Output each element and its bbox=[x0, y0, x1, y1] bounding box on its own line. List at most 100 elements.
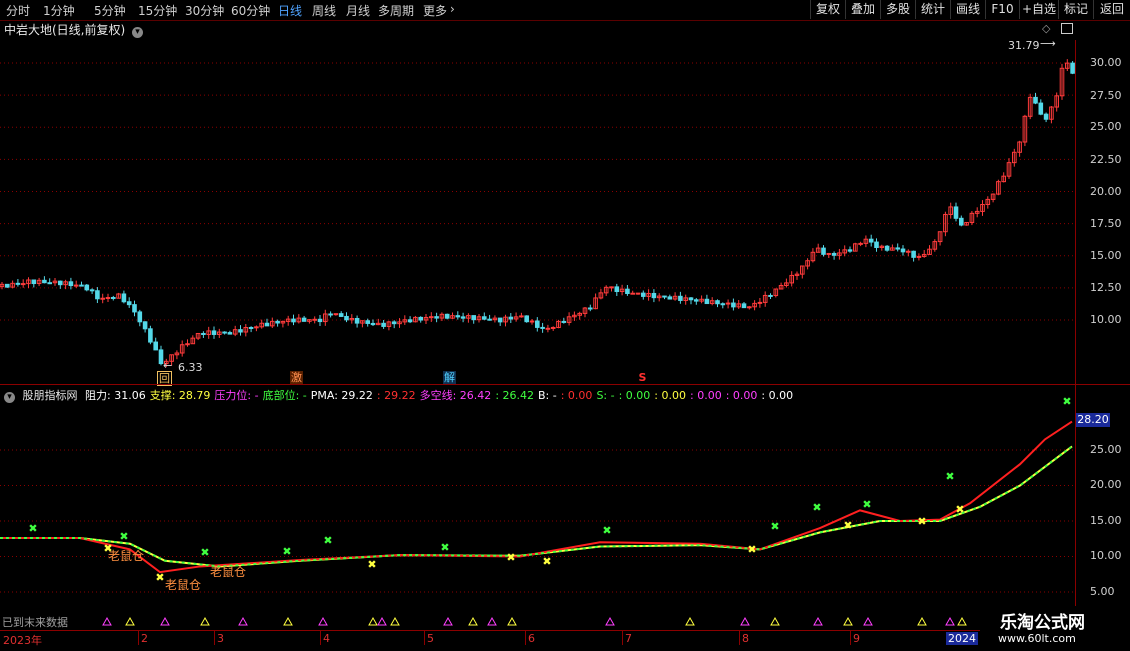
candle-body bbox=[68, 281, 74, 287]
candle-body bbox=[858, 242, 863, 245]
period-60min[interactable]: 60分钟 bbox=[231, 2, 270, 19]
candle-body bbox=[142, 321, 148, 330]
candle-body bbox=[720, 303, 726, 306]
period-more[interactable]: 更多 bbox=[423, 2, 447, 19]
buy-marker: ✖ bbox=[28, 522, 37, 535]
signal-triangle bbox=[487, 616, 497, 626]
chevron-down-icon[interactable]: ▾ bbox=[132, 27, 144, 38]
period-5min[interactable]: 5分钟 bbox=[94, 2, 126, 19]
watermark-logo: 乐淘公式网 www.60lt.com bbox=[980, 606, 1130, 650]
candle-body bbox=[1033, 96, 1038, 104]
period-fenshi[interactable]: 分时 bbox=[6, 2, 30, 19]
candle-body bbox=[73, 284, 79, 287]
period-multi[interactable]: 多周期 bbox=[378, 2, 414, 19]
candle-body bbox=[535, 320, 540, 328]
candle-body bbox=[275, 320, 280, 324]
low-price-label: 6.33 bbox=[178, 361, 203, 374]
candle-body bbox=[895, 247, 901, 250]
candle-body bbox=[132, 304, 137, 313]
back-button[interactable]: 返回 bbox=[1093, 0, 1130, 19]
candle-body bbox=[545, 327, 551, 330]
candle-body bbox=[609, 286, 614, 289]
period-monthly[interactable]: 月线 bbox=[346, 2, 370, 19]
candle-body bbox=[688, 297, 694, 301]
candle-body bbox=[264, 322, 270, 327]
diamond-icon[interactable]: ◇ bbox=[1042, 22, 1050, 35]
candle-body bbox=[317, 318, 323, 323]
candle-body bbox=[291, 318, 296, 323]
candle-body bbox=[826, 252, 832, 255]
candle-body bbox=[916, 255, 922, 258]
chevron-right-icon[interactable]: › bbox=[450, 2, 455, 16]
candle-body bbox=[1038, 102, 1044, 115]
period-toolbar: 分时 1分钟 5分钟 15分钟 30分钟 60分钟 日线 周线 月线 多周期 更… bbox=[0, 0, 1130, 21]
candle-body bbox=[731, 302, 736, 308]
signal-tag-ji: 激 bbox=[290, 371, 303, 384]
candle-body bbox=[254, 326, 259, 329]
candle-body bbox=[625, 288, 630, 295]
date-label: 6 bbox=[528, 632, 535, 645]
draw-line-button[interactable]: 画线 bbox=[950, 0, 985, 19]
candle-body bbox=[238, 329, 243, 333]
signal-triangle bbox=[770, 616, 780, 626]
candle-body bbox=[497, 317, 503, 323]
indicator-chart[interactable]: ✖✖✖ ✖✖✖✖ ✖✖ ✖✖✖✖✖✖✖ ✖✖✖ ✖✖ bbox=[0, 385, 1075, 630]
ind-y-tick-label: 25.00 bbox=[1090, 443, 1122, 456]
signal-tag-s: S bbox=[638, 371, 647, 384]
period-15min[interactable]: 15分钟 bbox=[138, 2, 177, 19]
candle-body bbox=[455, 315, 461, 318]
signal-triangle bbox=[283, 616, 293, 626]
candle-body bbox=[874, 241, 879, 248]
candle-body bbox=[906, 250, 911, 253]
date-label: 4 bbox=[323, 632, 330, 645]
signal-triangle bbox=[377, 616, 387, 626]
stats-button[interactable]: 统计 bbox=[915, 0, 950, 19]
panel-toggle-icon[interactable] bbox=[1061, 23, 1073, 34]
y-tick-label: 27.50 bbox=[1090, 89, 1122, 102]
candle-body bbox=[328, 313, 333, 316]
date-label: 7 bbox=[625, 632, 632, 645]
candle-body bbox=[635, 292, 641, 295]
period-weekly[interactable]: 周线 bbox=[312, 2, 336, 19]
signal-triangle bbox=[813, 616, 823, 626]
f10-button[interactable]: F10 bbox=[985, 0, 1019, 19]
candle-body bbox=[614, 286, 620, 293]
candle-body bbox=[831, 252, 837, 256]
candlestick-chart[interactable] bbox=[0, 40, 1075, 384]
overlay-button[interactable]: 叠加 bbox=[845, 0, 880, 19]
signal-triangle bbox=[740, 616, 750, 626]
high-price-label: 31.79 bbox=[1008, 39, 1040, 52]
y-tick-label: 12.50 bbox=[1090, 281, 1122, 294]
candle-body bbox=[105, 297, 111, 300]
candle-body bbox=[529, 320, 535, 323]
signal-triangle bbox=[443, 616, 453, 626]
main-axis-line bbox=[1075, 40, 1076, 384]
candle-body bbox=[460, 316, 466, 319]
candle-body bbox=[153, 341, 158, 351]
multi-stock-button[interactable]: 多股 bbox=[880, 0, 915, 19]
candle-body bbox=[365, 320, 370, 324]
candle-body bbox=[694, 299, 699, 302]
candle-body bbox=[821, 247, 826, 255]
candle-body bbox=[47, 282, 53, 285]
long-short-line bbox=[0, 445, 1073, 568]
main-chart-title: 中岩大地(日线,前复权) ▾ bbox=[4, 21, 144, 38]
fuquan-button[interactable]: 复权 bbox=[810, 0, 845, 19]
ind-y-tick-label: 15.00 bbox=[1090, 514, 1122, 527]
candle-body bbox=[678, 295, 683, 301]
candle-body bbox=[148, 328, 153, 343]
period-30min[interactable]: 30分钟 bbox=[185, 2, 224, 19]
period-1min[interactable]: 1分钟 bbox=[43, 2, 75, 19]
candle-body bbox=[868, 238, 874, 243]
candle-body bbox=[508, 316, 514, 320]
add-watchlist-button[interactable]: +自选 bbox=[1019, 0, 1058, 19]
candle-body bbox=[338, 313, 344, 317]
candle-body bbox=[227, 332, 233, 335]
last-value-badge: 28.20 bbox=[1076, 413, 1110, 427]
mark-button[interactable]: 标记 bbox=[1058, 0, 1093, 19]
support-line bbox=[0, 445, 1073, 568]
sell-marker: ✖ bbox=[506, 551, 515, 564]
rat-position-label: 老鼠仓 bbox=[165, 578, 202, 592]
buy-marker: ✖ bbox=[323, 534, 332, 547]
period-daily[interactable]: 日线 bbox=[278, 2, 302, 19]
